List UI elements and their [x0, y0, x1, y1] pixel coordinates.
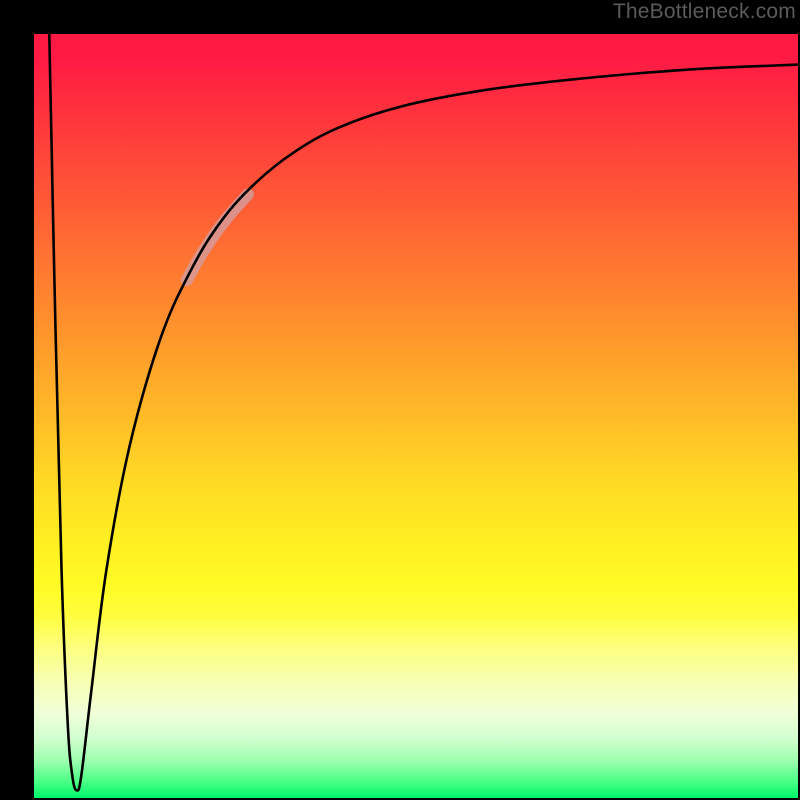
- bottleneck-curve-main: [49, 34, 798, 790]
- chart-plot-outer: [16, 16, 784, 784]
- main-curve-group: [49, 34, 798, 790]
- highlight-band-group: [187, 194, 248, 280]
- watermark-text: TheBottleneck.com: [613, 0, 796, 24]
- chart-plot-area: [34, 34, 798, 798]
- highlight-band: [187, 194, 248, 280]
- chart-curves-layer: [34, 34, 798, 798]
- chart-frame: TheBottleneck.com: [0, 0, 800, 800]
